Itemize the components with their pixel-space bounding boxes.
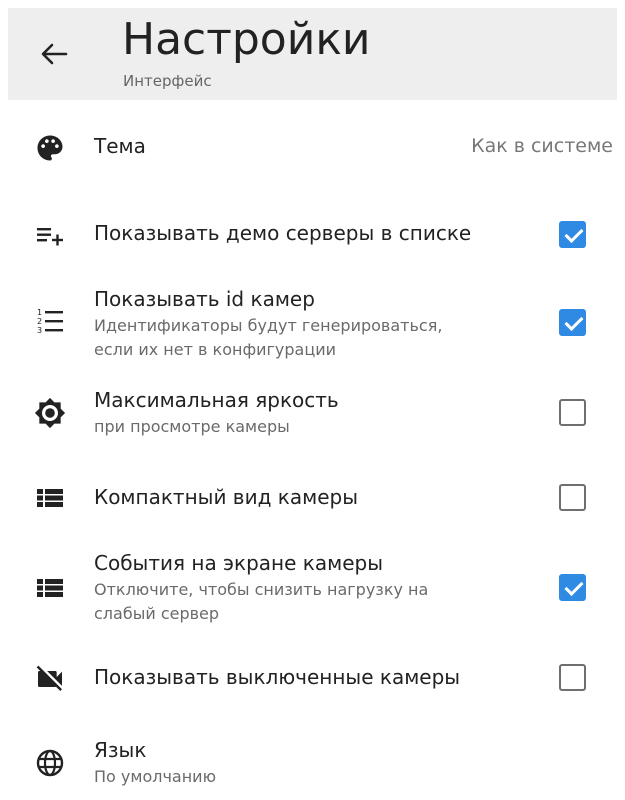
- back-button[interactable]: [34, 34, 74, 74]
- setting-theme[interactable]: Тема Как в системе: [0, 118, 625, 178]
- arrow-left-icon: [40, 42, 68, 66]
- page-title: Настройки: [122, 14, 371, 65]
- videocam-off-icon: [34, 663, 66, 695]
- numbered-list-icon: 1 2 3: [34, 305, 66, 337]
- setting-theme-value: Как в системе: [471, 135, 613, 157]
- setting-camera-ids-desc-1: Идентификаторы будут генерироваться,: [94, 316, 443, 335]
- setting-max-brightness-desc: при просмотре камеры: [94, 417, 290, 436]
- setting-demo-servers[interactable]: Показывать демо серверы в списке: [0, 205, 625, 265]
- setting-language[interactable]: Язык По умолчанию: [0, 735, 625, 795]
- setting-demo-servers-label: Показывать демо серверы в списке: [94, 221, 472, 245]
- globe-icon: [34, 747, 66, 779]
- svg-text:1: 1: [37, 308, 42, 317]
- page-subtitle: Интерфейс: [123, 72, 212, 90]
- setting-max-brightness[interactable]: Максимальная яркость при просмотре камер…: [0, 385, 625, 445]
- playlist-add-icon: [34, 219, 66, 251]
- view-list-icon: [34, 482, 66, 514]
- setting-events[interactable]: События на экране камеры Отключите, чтоб…: [0, 550, 625, 630]
- setting-language-label: Язык: [94, 738, 147, 762]
- brightness-icon: [34, 397, 66, 429]
- max-brightness-checkbox[interactable]: [559, 399, 586, 426]
- camera-ids-checkbox[interactable]: [559, 309, 586, 336]
- palette-icon: [34, 132, 66, 164]
- setting-disabled-cameras-label: Показывать выключенные камеры: [94, 665, 461, 689]
- setting-events-label: События на экране камеры: [94, 551, 384, 575]
- setting-compact-view-label: Компактный вид камеры: [94, 485, 358, 509]
- app-bar: Настройки Интерфейс: [8, 8, 617, 100]
- setting-disabled-cameras[interactable]: Показывать выключенные камеры: [0, 650, 625, 710]
- disabled-cameras-checkbox[interactable]: [559, 664, 586, 691]
- setting-max-brightness-label: Максимальная яркость: [94, 388, 339, 412]
- compact-view-checkbox[interactable]: [559, 484, 586, 511]
- demo-servers-checkbox[interactable]: [559, 221, 586, 248]
- setting-compact-view[interactable]: Компактный вид камеры: [0, 470, 625, 530]
- svg-text:2: 2: [37, 317, 42, 326]
- events-checkbox[interactable]: [559, 574, 586, 601]
- setting-camera-ids[interactable]: 1 2 3 Показывать id камер Идентификаторы…: [0, 285, 625, 365]
- setting-language-value: По умолчанию: [94, 767, 217, 786]
- view-list-icon: [34, 572, 66, 604]
- setting-camera-ids-desc-2: если их нет в конфигурации: [94, 340, 337, 359]
- setting-theme-label: Тема: [94, 134, 146, 158]
- svg-text:3: 3: [37, 326, 42, 335]
- setting-events-desc-1: Отключите, чтобы снизить нагрузку на: [94, 580, 429, 599]
- setting-camera-ids-label: Показывать id камер: [94, 287, 315, 311]
- setting-events-desc-2: слабый сервер: [94, 604, 220, 623]
